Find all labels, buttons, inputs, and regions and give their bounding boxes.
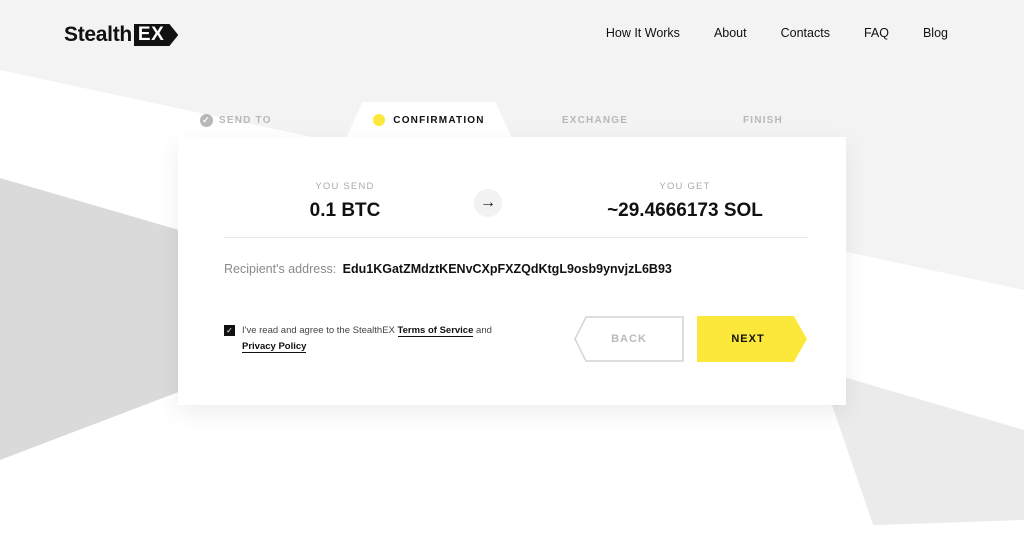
stealthex-logo[interactable]: Stealth EX [64,22,179,48]
step-finish: FINISH [698,102,828,138]
agreement-and: and [473,325,492,336]
next-button[interactable]: NEXT [697,316,807,362]
you-send: YOU SEND 0.1 BTC [270,181,420,222]
logo-text: Stealth [64,23,132,46]
step-exchange: EXCHANGE [530,102,660,138]
divider [224,237,808,238]
header: Stealth EX How It Works About Contacts F… [0,0,1024,70]
terms-of-service-link[interactable]: Terms of Service [397,325,474,337]
nav-faq[interactable]: FAQ [864,26,889,40]
step-send-to: ✓ SEND TO [200,102,320,138]
next-label: NEXT [731,333,765,345]
nav-contacts[interactable]: Contacts [781,26,830,40]
nav-blog[interactable]: Blog [923,26,948,40]
logo-badge: EX [133,24,179,46]
top-nav: How It Works About Contacts FAQ Blog [606,26,948,40]
step-label: CONFIRMATION [393,114,485,126]
you-get-value: ~29.4666173 SOL [607,200,763,221]
you-send-value: 0.1 BTC [309,200,381,221]
nav-about[interactable]: About [714,26,747,40]
step-label: EXCHANGE [561,114,629,126]
recipient-address: Recipient's address: Edu1KGatZMdztKENvCX… [224,262,672,276]
privacy-policy-link[interactable]: Privacy Policy [242,341,307,353]
you-send-label: YOU SEND [315,181,375,192]
check-circle-icon: ✓ [200,113,213,127]
step-label: FINISH [743,114,783,126]
recipient-address-value: Edu1KGatZMdztKENvCXpFXZQdKtgL9osb9ynvjzL… [342,262,672,276]
agreement-prefix: I've read and agree to the StealthEX [242,325,398,336]
back-label: BACK [611,333,647,345]
step-confirmation: CONFIRMATION [346,102,512,138]
step-label: SEND TO [219,114,272,126]
back-button[interactable]: BACK [574,316,684,362]
confirmation-card: YOU SEND 0.1 BTC → YOU GET ~29.4666173 S… [178,137,846,405]
agreement-text: I've read and agree to the StealthEX Ter… [242,323,524,355]
agreement: ✓ I've read and agree to the StealthEX T… [224,323,524,355]
nav-how-it-works[interactable]: How It Works [606,26,680,40]
arrow-right-icon: → [474,189,502,217]
recipient-label: Recipient's address: [224,262,337,276]
agree-checkbox[interactable]: ✓ [224,325,235,336]
progress-steps: ✓ SEND TO CONFIRMATION EXCHANGE FINISH [178,102,846,138]
you-get: YOU GET ~29.4666173 SOL [590,181,780,222]
you-get-label: YOU GET [659,181,711,192]
active-dot-icon [373,114,386,126]
